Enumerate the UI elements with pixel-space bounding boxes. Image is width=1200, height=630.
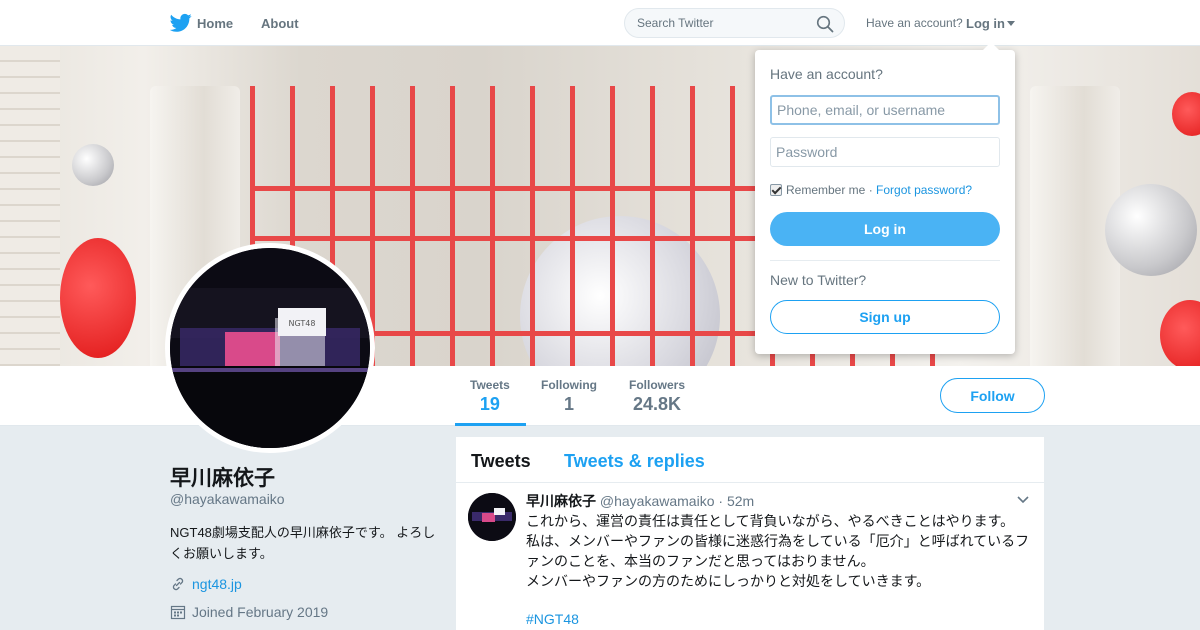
search-input[interactable] [637, 16, 807, 30]
forgot-password-link[interactable]: Forgot password? [876, 183, 972, 197]
remember-row: Remember me · Forgot password? [770, 183, 972, 197]
profile-avatar[interactable]: NGT48 [165, 243, 375, 453]
chevron-down-icon[interactable] [1016, 495, 1030, 505]
username-field[interactable] [770, 95, 1000, 125]
stat-followers[interactable]: Followers 24.8K [629, 378, 685, 415]
profile-name: 早川麻依子 [170, 467, 275, 490]
search-icon[interactable] [816, 15, 834, 33]
follow-button[interactable]: Follow [940, 378, 1045, 413]
search-box[interactable] [624, 8, 845, 38]
tweet-timestamp[interactable]: · 52m [718, 493, 754, 509]
stat-tweets-label[interactable]: Tweets [470, 378, 510, 392]
stat-following-value[interactable]: 1 [541, 394, 597, 415]
remember-me-label[interactable]: Remember me [786, 183, 865, 197]
tweet-header: 早川麻依子 @hayakawamaiko · 52m [526, 491, 754, 511]
profile-joined-text: Joined February 2019 [192, 604, 329, 620]
twitter-bird-icon[interactable] [170, 13, 192, 33]
profile-website-link[interactable]: ngt48.jp [192, 576, 242, 592]
nav-about-link[interactable]: About [261, 16, 299, 31]
profile-joined: Joined February 2019 [170, 604, 328, 620]
active-stat-underline [455, 423, 526, 426]
dropdown-divider [770, 260, 1000, 261]
tweet-author-name[interactable]: 早川麻依子 [526, 493, 596, 509]
dropdown-arrow [983, 42, 999, 50]
profile-website[interactable]: ngt48.jp [170, 576, 242, 592]
tweet-author-handle[interactable]: @hayakawamaiko [600, 493, 715, 509]
profile-bio: NGT48劇場支配人の早川麻依子です。 よろしくお願いします。 [170, 525, 436, 561]
tweet-text: これから、運営の責任は責任として背負いながら、やるべきことはやります。 私は、メ… [526, 511, 1036, 591]
avatar-screen-text: NGT48 [289, 319, 316, 328]
tab-tweets[interactable]: Tweets [471, 451, 531, 472]
link-icon [172, 577, 184, 591]
login-dropdown: Have an account? Remember me · Forgot pa… [755, 50, 1015, 354]
stat-following[interactable]: Following 1 [541, 378, 597, 415]
caret-down-icon[interactable] [1007, 21, 1015, 26]
tweet-text-line: メンバーやファンの方のためにしっかりと対処をしていきます。 [526, 573, 931, 589]
password-field[interactable] [770, 137, 1000, 167]
banner-red-balloon [1172, 92, 1200, 136]
stat-tweets-value[interactable]: 19 [470, 394, 510, 415]
tweet-avatar-image [468, 493, 516, 541]
stat-followers-label[interactable]: Followers [629, 378, 685, 392]
banner-red-balloon [1160, 300, 1200, 366]
timeline: Tweets Tweets & replies 早川麻依子 @hayakawam… [456, 437, 1044, 630]
banner-mirror-ball [1105, 184, 1197, 276]
stat-followers-value[interactable]: 24.8K [629, 394, 685, 415]
tab-tweets-replies[interactable]: Tweets & replies [564, 451, 705, 472]
nav-home-link[interactable]: Home [197, 16, 233, 31]
tweet-text-line: これから、運営の責任は責任として背負いながら、やるべきことはやります。 [526, 513, 1015, 529]
tweet-avatar[interactable] [468, 493, 516, 541]
stat-tweets[interactable]: Tweets 19 [470, 378, 510, 415]
calendar-icon [170, 605, 186, 620]
banner-red-balloon [60, 238, 136, 358]
banner-mirror-ball [72, 144, 114, 186]
banner-brick-wall [0, 46, 60, 366]
login-dropdown-title: Have an account? [770, 66, 883, 82]
tweet-text-line: 私は、メンバーやファンの皆様に迷惑行為をしている「厄介」と呼ばれているファンのこ… [526, 533, 1030, 569]
tweet-hashtag[interactable]: #NGT48 [526, 611, 579, 627]
theater-stage-image: NGT48 [170, 248, 370, 448]
have-account-label: Have an account? [866, 16, 963, 30]
stat-following-label[interactable]: Following [541, 378, 597, 392]
remember-separator: · [868, 183, 873, 197]
login-toggle-label[interactable]: Log in [966, 16, 1005, 31]
timeline-tabs: Tweets Tweets & replies [456, 437, 1044, 483]
signup-button[interactable]: Sign up [770, 300, 1000, 334]
login-dropdown-toggle[interactable]: Log in [966, 16, 1015, 31]
remember-me-checkbox[interactable] [770, 184, 782, 196]
new-to-twitter-label: New to Twitter? [770, 272, 867, 288]
top-nav: Home About Have an account? Log in [0, 0, 1200, 46]
profile-handle[interactable]: @hayakawamaiko [170, 491, 285, 507]
login-button[interactable]: Log in [770, 212, 1000, 246]
